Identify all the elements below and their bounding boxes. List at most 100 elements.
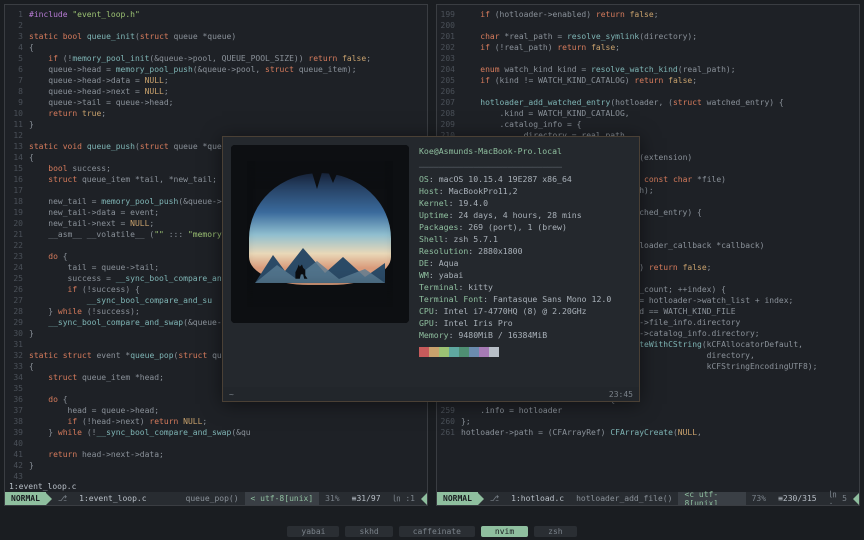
line-number: 35 (7, 383, 29, 394)
line-number: 3 (7, 31, 29, 42)
code-text: .catalog_info = { (461, 119, 581, 130)
terminal-window[interactable]: Koe@Asmunds-MacBook-Pro.local ──────────… (222, 136, 640, 402)
left-encoding: < utf-8[unix] (245, 492, 320, 505)
line-number: 34 (7, 372, 29, 383)
code-line[interactable]: 200 (439, 20, 857, 31)
right-file-name: 1:hotload.c (505, 492, 570, 505)
code-text: if (kind != WATCH_KIND_CATALOG) return f… (461, 75, 697, 86)
neofetch-row: Uptime: 24 days, 4 hours, 28 mins (419, 209, 631, 221)
code-text: bool success; (29, 163, 111, 174)
code-text: hotloader->path = (CFArrayRef) CFArrayCr… (461, 427, 702, 438)
code-text: queue->head->next = NULL; (29, 86, 169, 97)
code-text: { (29, 42, 34, 53)
line-number: 15 (7, 163, 29, 174)
code-line[interactable]: 2 (7, 20, 425, 31)
code-line[interactable]: 260}; (439, 416, 857, 427)
line-number: 1 (7, 9, 29, 20)
neofetch-row: OS: macOS 10.15.4 19E287 x86_64 (419, 173, 631, 185)
line-number: 14 (7, 152, 29, 163)
line-number: 4 (7, 42, 29, 53)
code-line[interactable]: 42} (7, 460, 425, 471)
code-line[interactable]: 202 if (!real_path) return false; (439, 42, 857, 53)
code-text: } (29, 460, 34, 471)
code-line[interactable]: 11} (7, 119, 425, 130)
code-text: if (hotloader->enabled) return false; (461, 9, 659, 20)
line-number: 40 (7, 438, 29, 449)
triangle-icon (853, 493, 859, 505)
code-line[interactable]: 38 if (!head->next) return NULL; (7, 416, 425, 427)
neofetch-title: Koe@Asmunds-MacBook-Pro.local (419, 145, 631, 157)
code-line[interactable]: 261hotloader->path = (CFArrayRef) CFArra… (439, 427, 857, 438)
right-col: 5 (842, 494, 847, 503)
line-number: 260 (439, 416, 461, 427)
code-line[interactable]: 8 queue->head->next = NULL; (7, 86, 425, 97)
line-number: 37 (7, 405, 29, 416)
left-mode: NORMAL (5, 492, 46, 505)
code-text: do { (29, 394, 68, 405)
taskbar-item-caffeinate[interactable]: caffeinate (399, 526, 475, 537)
code-line[interactable]: 37 head = queue->head; (7, 405, 425, 416)
line-number: 33 (7, 361, 29, 372)
swatch (459, 347, 469, 357)
code-line[interactable]: 5 if (!memory_pool_init(&queue->pool, QU… (7, 53, 425, 64)
right-encoding: <c utf-8[unix] (678, 492, 745, 505)
right-status-bar: NORMAL ⎇ 1:hotload.c hotloader_add_file(… (437, 492, 859, 505)
code-line[interactable]: 1#include "event_loop.h" (7, 9, 425, 20)
line-number: 20 (7, 218, 29, 229)
line-number: 30 (7, 328, 29, 339)
neofetch-row: Terminal: kitty (419, 281, 631, 293)
line-number: 31 (7, 339, 29, 350)
code-text: char *real_path = resolve_symlink(direct… (461, 31, 697, 42)
code-line[interactable]: 41 return head->next->data; (7, 449, 425, 460)
code-line[interactable]: 209 .catalog_info = { (439, 119, 857, 130)
code-line[interactable]: 39 } while (!__sync_bool_compare_and_swa… (7, 427, 425, 438)
left-buffer-line: 1:event_loop.c (5, 480, 427, 492)
code-line[interactable]: 6 queue->head = memory_pool_push(&queue-… (7, 64, 425, 75)
terminal-prompt: ~ (229, 390, 234, 399)
code-line[interactable]: 40 (7, 438, 425, 449)
code-line[interactable]: 203 (439, 53, 857, 64)
terminal-status: ~ 23:45 (223, 387, 639, 401)
neofetch-image (231, 145, 409, 323)
code-text: .kind = WATCH_KIND_CATALOG, (461, 108, 630, 119)
code-line[interactable]: 204 enum watch_kind kind = resolve_watch… (439, 64, 857, 75)
line-number: 207 (439, 97, 461, 108)
line-number: 19 (7, 207, 29, 218)
left-branch-icon: ⎇ (52, 492, 73, 505)
code-line[interactable]: 3static bool queue_init(struct queue *qu… (7, 31, 425, 42)
taskbar-item-yabai[interactable]: yabai (287, 526, 339, 537)
line-number: 36 (7, 394, 29, 405)
window-taskbar: yabai skhd caffeinate nvimzsh (0, 524, 864, 538)
code-text: } while (!success); (29, 306, 140, 317)
code-text: #include "event_loop.h" (29, 9, 140, 20)
code-line[interactable]: 208 .kind = WATCH_KIND_CATALOG, (439, 108, 857, 119)
code-line[interactable]: 7 queue->head->data = NULL; (7, 75, 425, 86)
line-number: 259 (439, 405, 461, 416)
line-number: 13 (7, 141, 29, 152)
taskbar-item-nvim[interactable]: nvim (481, 526, 528, 537)
code-line[interactable]: 206 (439, 86, 857, 97)
taskbar-item-zsh[interactable]: zsh (534, 526, 576, 537)
swatch (489, 347, 499, 357)
left-current-fn: queue_pop() (180, 492, 245, 505)
neofetch-row: Resolution: 2880x1800 (419, 245, 631, 257)
code-text: } (29, 119, 34, 130)
neofetch-row: GPU: Intel Iris Pro (419, 317, 631, 329)
code-text: return true; (29, 108, 106, 119)
right-percent: 73% (746, 492, 772, 505)
code-line[interactable]: 205 if (kind != WATCH_KIND_CATALOG) retu… (439, 75, 857, 86)
code-line[interactable]: 207 hotloader_add_watched_entry(hotloade… (439, 97, 857, 108)
code-text: queue->tail = queue->head; (29, 97, 174, 108)
code-line[interactable]: 10 return true; (7, 108, 425, 119)
code-line[interactable]: 4{ (7, 42, 425, 53)
line-number: 10 (7, 108, 29, 119)
taskbar-item-skhd[interactable]: skhd (345, 526, 392, 537)
code-line[interactable]: 9 queue->tail = queue->head; (7, 97, 425, 108)
code-text: __asm__ __volatile__ ("" ::: "memory"); (29, 229, 236, 240)
line-number: 11 (7, 119, 29, 130)
neofetch-row: DE: Aqua (419, 257, 631, 269)
code-line[interactable]: 259 .info = hotloader (439, 405, 857, 416)
code-line[interactable]: 199 if (hotloader->enabled) return false… (439, 9, 857, 20)
neofetch-row: Terminal Font: Fantasque Sans Mono 12.0 (419, 293, 631, 305)
code-line[interactable]: 201 char *real_path = resolve_symlink(di… (439, 31, 857, 42)
